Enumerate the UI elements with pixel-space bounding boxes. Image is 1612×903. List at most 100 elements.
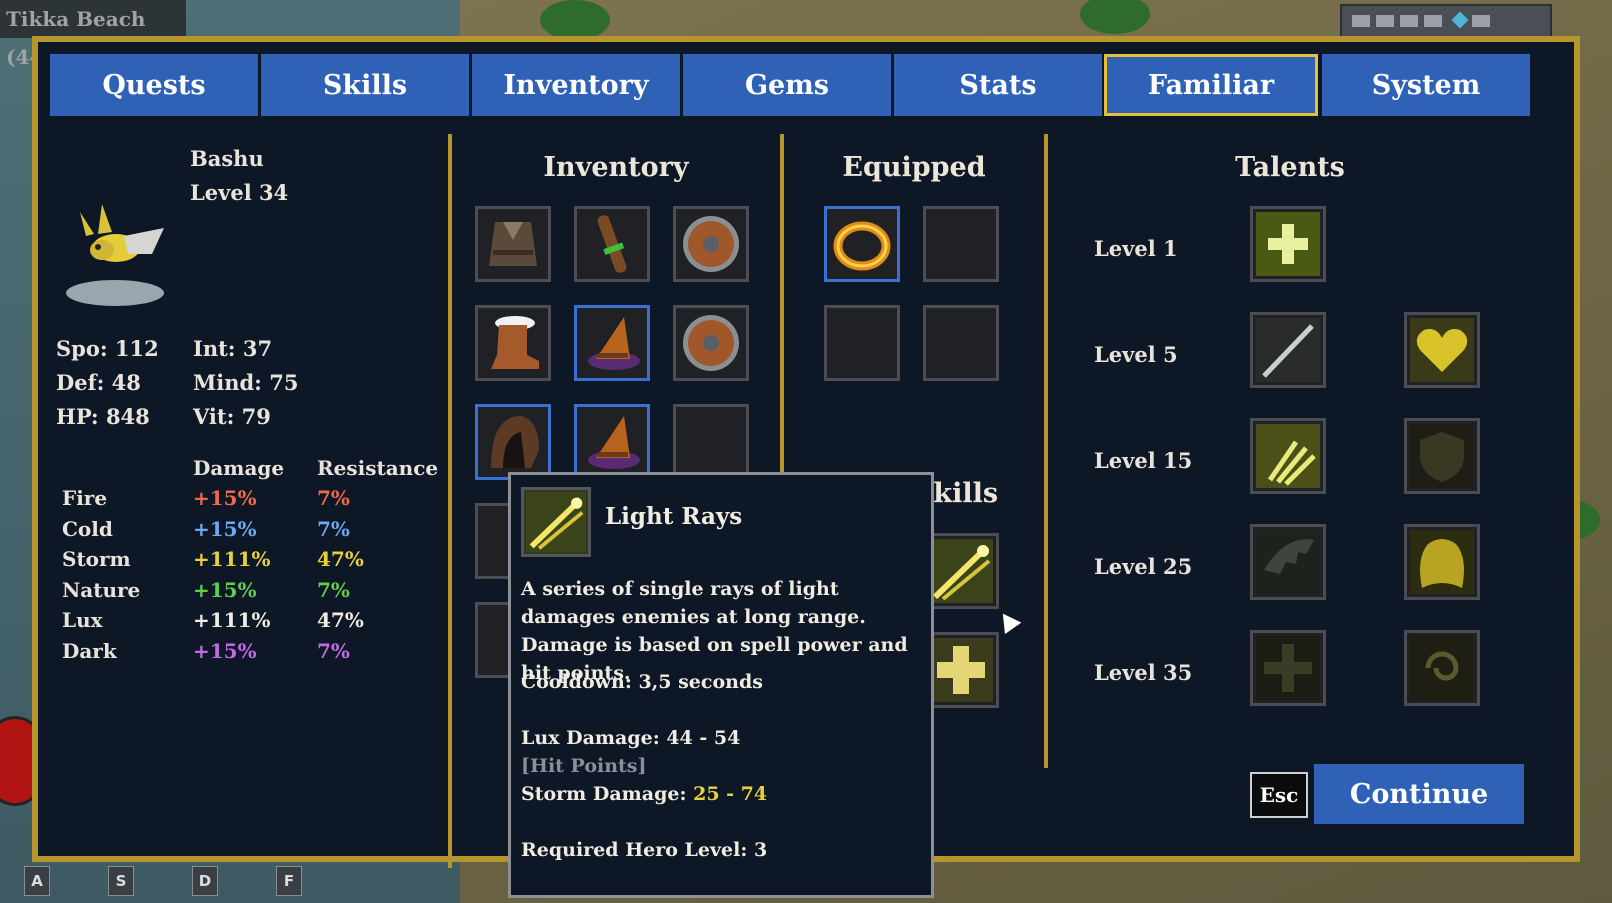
element-damage: +111% — [193, 608, 271, 632]
tooltip-skill-icon — [521, 487, 591, 557]
inventory-slot-brown-hood[interactable] — [475, 404, 551, 480]
element-damage: +15% — [193, 639, 257, 663]
round-shield-icon — [683, 216, 739, 272]
inventory-title: Inventory — [543, 152, 689, 183]
hotkey-d[interactable]: D — [192, 866, 218, 896]
minimap-room — [1376, 15, 1394, 27]
tab-skills[interactable]: Skills — [261, 54, 469, 116]
inventory-slot-round-shield[interactable] — [673, 206, 749, 282]
hotkey-bar: A S D F — [24, 866, 302, 896]
tooltip-title: Light Rays — [605, 503, 743, 530]
talent-level-label: Level 15 — [1094, 448, 1193, 473]
element-resistance: 7% — [317, 486, 350, 510]
continue-button[interactable]: Continue — [1314, 764, 1524, 824]
storm-damage-label: Storm Damage: — [521, 783, 694, 805]
stat-hp: HP: 848 — [56, 404, 150, 429]
talents-title: Talents — [1235, 152, 1345, 183]
equipped-slot-empty[interactable] — [824, 305, 900, 381]
equipped-slot-empty[interactable] — [923, 206, 999, 282]
holy-cross-icon — [929, 638, 993, 702]
talent-slot[interactable] — [1250, 630, 1326, 706]
brown-hood-icon — [491, 416, 539, 468]
element-resistance: 7% — [317, 639, 350, 663]
talent-slot[interactable] — [1404, 630, 1480, 706]
tooltip-lux-damage: Lux Damage: 44 - 54 — [521, 727, 741, 749]
minimap[interactable] — [1340, 4, 1552, 38]
witch-hat-icon — [588, 416, 640, 469]
element-damage: +15% — [193, 517, 257, 541]
tab-bar: Quests Skills Inventory Gems Stats Famil… — [50, 54, 1570, 116]
tab-familiar[interactable]: Familiar — [1104, 54, 1318, 116]
familiar-name: Bashu — [190, 146, 264, 171]
tab-gems[interactable]: Gems — [683, 54, 891, 116]
element-name: Nature — [62, 578, 141, 602]
talent-slot[interactable] — [1250, 524, 1326, 600]
minimap-room — [1352, 15, 1370, 27]
fur-boot-icon — [491, 316, 539, 369]
talent-level-label: Level 25 — [1094, 554, 1193, 579]
tooltip-cooldown: Cooldown: 3,5 seconds — [521, 671, 763, 693]
talent-level-label: Level 5 — [1094, 342, 1178, 367]
inventory-slot-torn-tunic[interactable] — [475, 206, 551, 282]
element-resistance: 47% — [317, 608, 364, 632]
tooltip-scaling-note: [Hit Points] — [521, 755, 647, 777]
element-damage: +15% — [193, 486, 257, 510]
element-row-dark: Dark +15% 7% — [62, 639, 462, 669]
talent-slot[interactable] — [1404, 312, 1480, 388]
witch-hat-icon — [588, 317, 640, 370]
wooden-staff-icon — [597, 215, 627, 273]
familiar-level: Level 34 — [190, 180, 289, 205]
skill-tooltip: Light Rays A series of single rays of li… — [508, 472, 934, 898]
tab-inventory[interactable]: Inventory — [472, 54, 680, 116]
equipped-slot-ring[interactable] — [824, 206, 900, 282]
hotkey-f[interactable]: F — [276, 866, 302, 896]
tooltip-storm-damage: Storm Damage: 25 - 74 — [521, 783, 767, 805]
element-name: Storm — [62, 547, 131, 571]
dim-cross-icon — [1256, 636, 1320, 700]
talent-slot[interactable] — [1404, 524, 1480, 600]
storm-damage-value: 25 - 74 — [693, 783, 768, 805]
element-row-storm: Storm +111% 47% — [62, 547, 462, 577]
holy-cross-icon — [1256, 212, 1320, 276]
inventory-slot-witch-hat[interactable] — [574, 305, 650, 381]
inventory-slot-empty[interactable] — [673, 404, 749, 480]
hotkey-a[interactable]: A — [24, 866, 50, 896]
element-damage: +111% — [193, 547, 271, 571]
talent-slot[interactable] — [1250, 418, 1326, 494]
damage-header: Damage — [193, 456, 285, 480]
swirl-icon — [1410, 636, 1474, 700]
inventory-slot-wooden-staff[interactable] — [574, 206, 650, 282]
talent-slot[interactable] — [1250, 206, 1326, 282]
inventory-slot-witch-hat-2[interactable] — [574, 404, 650, 480]
hotkey-s[interactable]: S — [108, 866, 134, 896]
skill-slot-holy-cross[interactable] — [923, 632, 999, 708]
inventory-slot-round-shield-2[interactable] — [673, 305, 749, 381]
stat-spo: Spo: 112 — [56, 336, 159, 361]
equipped-slot-empty[interactable] — [923, 305, 999, 381]
element-name: Cold — [62, 517, 113, 541]
stat-vit: Vit: 79 — [193, 404, 271, 429]
inventory-slot-fur-boot[interactable] — [475, 305, 551, 381]
minimap-room — [1472, 15, 1490, 27]
skill-slot-light-rays[interactable] — [923, 533, 999, 609]
torn-tunic-icon — [489, 222, 537, 266]
resistance-header: Resistance — [317, 456, 439, 480]
element-name: Fire — [62, 486, 108, 510]
tab-stats[interactable]: Stats — [894, 54, 1102, 116]
element-name: Lux — [62, 608, 103, 632]
tab-system[interactable]: System — [1322, 54, 1530, 116]
element-resistance: 47% — [317, 547, 364, 571]
stat-def: Def: 48 — [56, 370, 141, 395]
light-rays-icon — [526, 492, 586, 552]
gold-ring-icon — [833, 221, 891, 271]
light-beam-icon — [1256, 318, 1320, 382]
tooltip-required-level: Required Hero Level: 3 — [521, 839, 768, 861]
talent-slot[interactable] — [1404, 418, 1480, 494]
talent-slot[interactable] — [1250, 312, 1326, 388]
element-resistance: 7% — [317, 578, 350, 602]
dark-shield-icon — [1410, 424, 1474, 488]
tab-quests[interactable]: Quests — [50, 54, 258, 116]
esc-button[interactable]: Esc — [1250, 772, 1308, 818]
palm-leaf — [540, 0, 610, 40]
light-rays-icon — [929, 539, 993, 603]
